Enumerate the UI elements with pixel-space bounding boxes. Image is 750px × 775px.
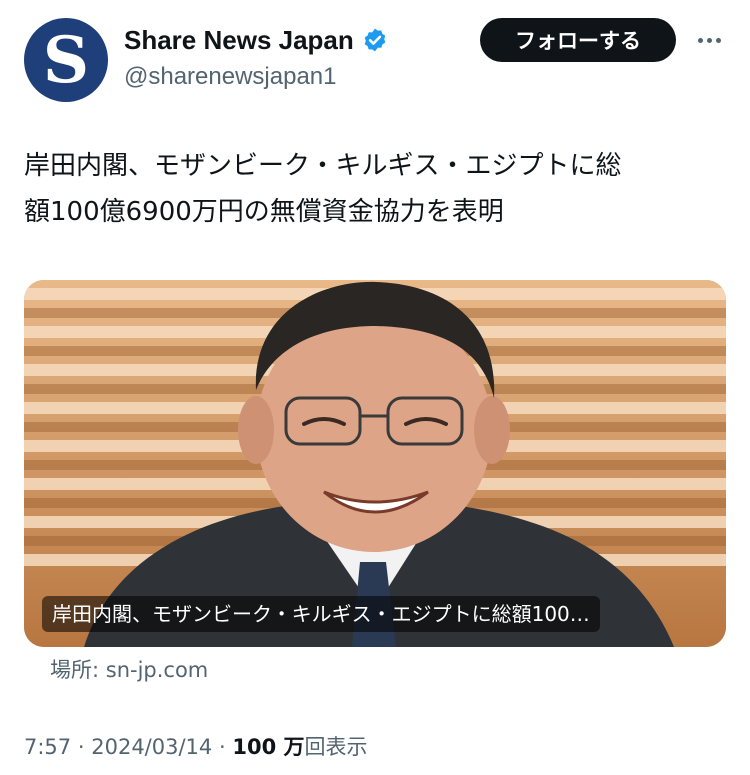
dot [706, 37, 712, 43]
account-display-name-row[interactable]: Share News Japan [124, 24, 388, 56]
tweet-time[interactable]: 7:57 [24, 735, 71, 759]
news-photo-image [24, 280, 726, 647]
link-card-image[interactable] [24, 280, 726, 647]
meta-separator: · [218, 735, 226, 759]
tweet-meta: 7:57 · 2024/03/14 · 100 万回表示 [24, 732, 368, 762]
views-label: 回表示 [304, 735, 368, 759]
tweet-date[interactable]: 2024/03/14 [91, 735, 212, 759]
more-options-icon[interactable] [692, 26, 726, 54]
avatar-letter: S [42, 23, 90, 98]
dot [697, 37, 703, 43]
meta-separator: · [77, 735, 85, 759]
link-card-title[interactable]: 岸田内閣、モザンビーク・キルギス・エジプトに総額100… [42, 596, 600, 632]
account-handle[interactable]: @sharenewsjapan1 [124, 62, 337, 92]
tweet-page: S Share News Japan @sharenewsjapan1 フォロー… [0, 0, 750, 775]
display-name[interactable]: Share News Japan [124, 24, 354, 56]
dot [715, 37, 721, 43]
verified-badge-icon [364, 28, 386, 52]
follow-button[interactable]: フォローする [480, 18, 676, 62]
link-card-source[interactable]: 場所: sn-jp.com [50, 656, 208, 684]
tweet-text: 岸田内閣、モザンビーク・キルギス・エジプトに総 額100億6900万円の無償資金… [24, 151, 622, 227]
avatar[interactable]: S [24, 18, 108, 102]
views-count: 100 万 [232, 735, 305, 759]
